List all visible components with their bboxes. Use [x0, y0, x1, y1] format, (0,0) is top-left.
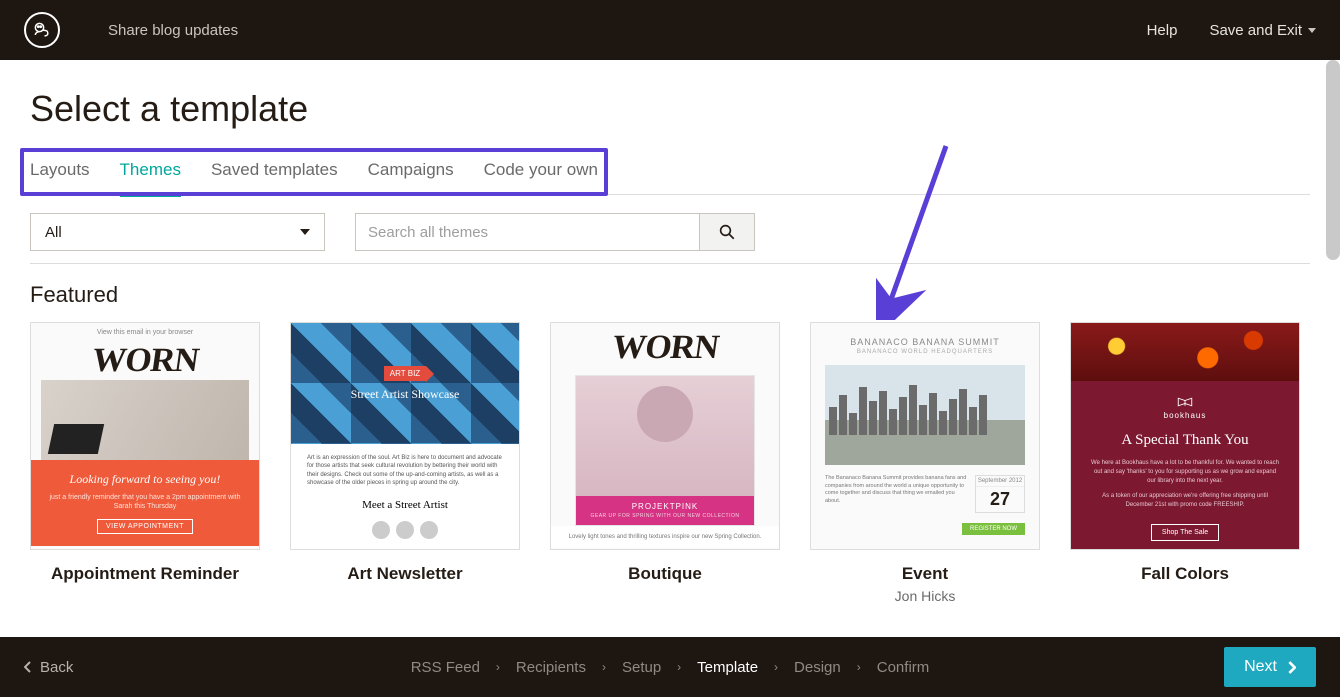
template-grid: View this email in your browser WORN Loo… [30, 322, 1310, 604]
chevron-right-icon: › [774, 660, 778, 674]
tab-code-your-own[interactable]: Code your own [484, 160, 598, 184]
preview-body: We here at Bookhaus have a lot to be tha… [1089, 459, 1281, 486]
preview-logo: WORN [30, 342, 260, 380]
template-card: WORN PROJEKTPINK GEAR UP FOR SPRING WITH… [550, 322, 780, 604]
section-title-featured: Featured [30, 282, 1310, 308]
back-button[interactable]: Back [24, 659, 73, 676]
chevron-down-icon [300, 229, 310, 235]
preview-meta: View this email in your browser [31, 323, 259, 342]
tab-campaigns[interactable]: Campaigns [368, 160, 454, 184]
template-card: BANANACO BANANA SUMMIT BANANACO WORLD HE… [810, 322, 1040, 604]
logo-icon[interactable] [24, 12, 60, 48]
template-title: Appointment Reminder [30, 564, 260, 584]
preview-button: VIEW APPOINTMENT [97, 519, 193, 534]
save-and-exit-menu[interactable]: Save and Exit [1209, 22, 1316, 39]
category-dropdown[interactable]: All [30, 213, 325, 251]
preview-headline: Looking forward to seeing you! [41, 472, 249, 487]
divider [30, 263, 1310, 264]
preview-tagline: GEAR UP FOR SPRING WITH OUR NEW COLLECTI… [576, 513, 754, 519]
step-recipients[interactable]: Recipients [516, 659, 586, 676]
preview-image [825, 365, 1025, 465]
step-template[interactable]: Template [697, 659, 758, 676]
template-title: Art Newsletter [290, 564, 520, 584]
preview-image [1071, 323, 1299, 381]
tab-themes[interactable]: Themes [120, 160, 181, 197]
preview-logo: WORN [550, 329, 780, 367]
preview-caption: Lovely light tones and thrilling texture… [551, 526, 779, 548]
preview-body: The Bananaco Banana Summit provides bana… [825, 475, 967, 513]
preview-button: Shop The Sale [1151, 524, 1219, 541]
search-icon [718, 223, 736, 241]
preview-heading: BANANACO BANANA SUMMIT [825, 337, 1025, 347]
chevron-right-icon: › [677, 660, 681, 674]
template-card: bookhaus A Special Thank You We here at … [1070, 322, 1300, 604]
search-button[interactable] [699, 213, 755, 251]
step-rss-feed[interactable]: RSS Feed [411, 659, 480, 676]
preview-image [41, 380, 249, 460]
help-link[interactable]: Help [1147, 22, 1178, 39]
template-title: Event [810, 564, 1040, 584]
preview-brand: bookhaus [1089, 395, 1281, 420]
preview-date: September 2012 27 [975, 475, 1025, 513]
preview-button: REGISTER NOW [962, 523, 1025, 535]
search-input[interactable] [355, 213, 699, 251]
next-button[interactable]: Next [1224, 647, 1316, 687]
preview-headline: A Special Thank You [1089, 432, 1281, 449]
tab-layouts[interactable]: Layouts [30, 160, 90, 184]
bottom-bar: Back RSS Feed › Recipients › Setup › Templa… [0, 637, 1340, 697]
top-bar: Share blog updates Help Save and Exit [0, 0, 1340, 60]
template-author: Jon Hicks [810, 588, 1040, 604]
preview-badge: ART BIZ [384, 366, 426, 381]
template-source-tabs: Layouts Themes Saved templates Campaigns… [30, 160, 1310, 195]
template-title: Boutique [550, 564, 780, 584]
template-thumbnail-appointment-reminder[interactable]: View this email in your browser WORN Loo… [30, 322, 260, 550]
chevron-right-icon: › [857, 660, 861, 674]
page-title: Select a template [30, 88, 1310, 130]
chevron-right-icon: › [496, 660, 500, 674]
preview-body: As a token of our appreciation we're off… [1089, 492, 1281, 510]
step-design[interactable]: Design [794, 659, 841, 676]
chevron-right-icon: › [602, 660, 606, 674]
template-thumbnail-art-newsletter[interactable]: ART BIZ Street Artist Showcase Art is an… [290, 322, 520, 550]
preview-brand: PROJEKTPINK [632, 502, 699, 511]
preview-hero-text: Street Artist Showcase [351, 387, 460, 402]
preview-body: Art is an expression of the soul. Art Bi… [307, 454, 503, 488]
template-thumbnail-boutique[interactable]: WORN PROJEKTPINK GEAR UP FOR SPRING WITH… [550, 322, 780, 550]
step-setup[interactable]: Setup [622, 659, 661, 676]
preview-subheading: BANANACO WORLD HEADQUARTERS [825, 349, 1025, 355]
template-card: View this email in your browser WORN Loo… [30, 322, 260, 604]
template-thumbnail-fall-colors[interactable]: bookhaus A Special Thank You We here at … [1070, 322, 1300, 550]
step-confirm[interactable]: Confirm [877, 659, 930, 676]
tab-saved-templates[interactable]: Saved templates [211, 160, 338, 184]
preview-subhead: Meet a Street Artist [307, 498, 503, 513]
main-content: Select a template Layouts Themes Saved t… [0, 60, 1340, 604]
preview-body: just a friendly reminder that you have a… [41, 493, 249, 511]
template-card: ART BIZ Street Artist Showcase Art is an… [290, 322, 520, 604]
template-title: Fall Colors [1070, 564, 1300, 584]
save-exit-label: Save and Exit [1209, 22, 1302, 39]
campaign-name[interactable]: Share blog updates [108, 22, 238, 39]
preview-image [576, 376, 754, 496]
chevron-down-icon [1308, 28, 1316, 33]
chevron-right-icon [1287, 661, 1296, 674]
scrollbar[interactable] [1326, 60, 1340, 260]
dropdown-value: All [45, 224, 62, 241]
wizard-steps: RSS Feed › Recipients › Setup › Template › D… [411, 659, 930, 676]
chevron-left-icon [24, 661, 32, 673]
template-thumbnail-event[interactable]: BANANACO BANANA SUMMIT BANANACO WORLD HE… [810, 322, 1040, 550]
